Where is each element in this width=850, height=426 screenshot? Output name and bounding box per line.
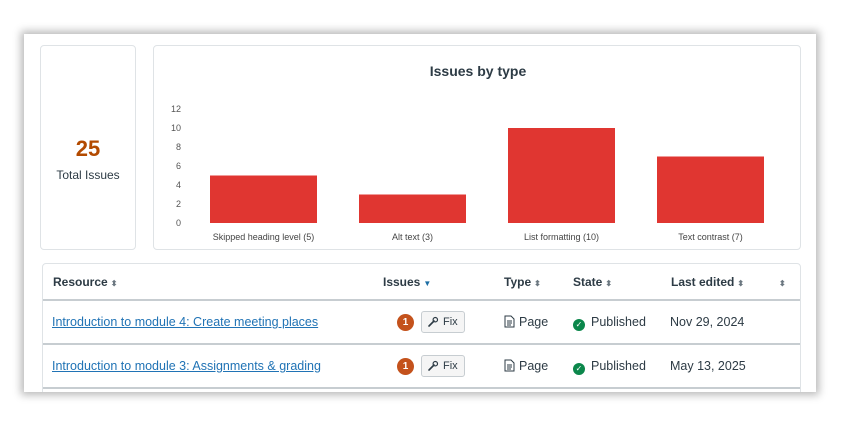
header-actions-sort[interactable]: ⬍ bbox=[776, 275, 786, 289]
sort-icon: ⬍ bbox=[779, 279, 786, 288]
total-issues-count: 25 bbox=[75, 136, 101, 161]
page-icon bbox=[504, 315, 515, 328]
sort-icon: ⬍ bbox=[534, 279, 541, 288]
state-cell: ✓ Published bbox=[573, 315, 646, 331]
published-check-icon: ✓ bbox=[573, 363, 585, 375]
x-tick-label: Text contrast (7) bbox=[678, 232, 743, 242]
bar bbox=[657, 156, 764, 223]
chart-svg: Issues by type 0 2 4 6 8 10 12 Skipped heading… bbox=[171, 63, 764, 242]
resource-link[interactable]: Introduction to module 4: Create meeting… bbox=[52, 315, 318, 329]
bar bbox=[359, 194, 466, 223]
type-label: Page bbox=[519, 359, 549, 373]
sort-icon: ⬍ bbox=[605, 279, 613, 288]
y-tick-label: 10 bbox=[171, 123, 181, 133]
y-tick-label: 6 bbox=[176, 161, 181, 171]
table-row: Introduction to module 3: Assignments & … bbox=[43, 345, 800, 389]
type-cell: Page bbox=[504, 359, 548, 373]
header-issues-label: Issues bbox=[383, 275, 421, 289]
last-edited-cell: May 13, 2025 bbox=[670, 359, 746, 373]
header-type[interactable]: Type ⬍ bbox=[504, 275, 541, 289]
x-tick-label: Skipped heading level (5) bbox=[213, 232, 315, 242]
y-tick-label: 8 bbox=[176, 142, 181, 152]
last-edited-cell: Nov 29, 2024 bbox=[670, 315, 745, 329]
header-state[interactable]: State ⬍ bbox=[573, 275, 612, 289]
header-issues[interactable]: Issues ▼ bbox=[383, 275, 431, 289]
fix-button[interactable]: Fix bbox=[421, 355, 465, 377]
state-cell: ✓ Published bbox=[573, 359, 646, 375]
resources-table: Resource ⬍ Issues ▼ Type ⬍ State ⬍ Last edit… bbox=[42, 263, 801, 392]
total-issues-card: 25 Total Issues bbox=[40, 45, 136, 250]
total-issues-label: Total Issues bbox=[56, 168, 120, 182]
header-resource[interactable]: Resource ⬍ bbox=[53, 275, 117, 289]
published-check-icon: ✓ bbox=[573, 319, 585, 331]
y-tick-label: 4 bbox=[176, 180, 181, 190]
sort-descending-icon: ▼ bbox=[423, 279, 432, 288]
state-label: Published bbox=[591, 315, 646, 329]
sort-icon: ⬍ bbox=[110, 279, 118, 288]
type-label: Page bbox=[519, 315, 549, 329]
x-tick-label: Alt text (3) bbox=[392, 232, 433, 242]
state-label: Published bbox=[591, 359, 646, 373]
bar bbox=[210, 175, 317, 223]
resource-link[interactable]: Introduction to module 3: Assignments & … bbox=[52, 359, 321, 373]
header-last-edited-label: Last edited bbox=[671, 275, 735, 289]
header-last-edited[interactable]: Last edited ⬍ bbox=[671, 275, 744, 289]
issues-by-type-chart: Issues by type 0 2 4 6 8 10 12 Skipped heading… bbox=[153, 45, 801, 250]
fix-button[interactable]: Fix bbox=[421, 311, 465, 333]
header-resource-label: Resource bbox=[53, 275, 108, 289]
issue-count-badge: 1 bbox=[397, 314, 414, 331]
y-tick-label: 2 bbox=[176, 199, 181, 209]
header-state-label: State bbox=[573, 275, 603, 289]
type-cell: Page bbox=[504, 315, 548, 329]
header-type-label: Type bbox=[504, 275, 532, 289]
x-tick-label: List formatting (10) bbox=[524, 232, 599, 242]
y-tick-label: 0 bbox=[176, 218, 181, 228]
y-tick-label: 12 bbox=[171, 104, 181, 114]
chart-title: Issues by type bbox=[430, 63, 527, 79]
table-row: Introduction to module 4: Create meeting… bbox=[43, 301, 800, 345]
fix-label: Fix bbox=[443, 316, 458, 328]
dashboard-panel: 25 Total Issues Issues by type 0 2 4 6 8 10 12… bbox=[24, 34, 816, 392]
table-header: Resource ⬍ Issues ▼ Type ⬍ State ⬍ Last edit… bbox=[43, 264, 800, 301]
issue-count-badge: 1 bbox=[397, 358, 414, 375]
sort-icon: ⬍ bbox=[737, 279, 745, 288]
page-icon bbox=[504, 359, 515, 372]
wrench-icon bbox=[427, 360, 439, 372]
wrench-icon bbox=[427, 316, 439, 328]
bar bbox=[508, 128, 615, 223]
fix-label: Fix bbox=[443, 360, 458, 372]
